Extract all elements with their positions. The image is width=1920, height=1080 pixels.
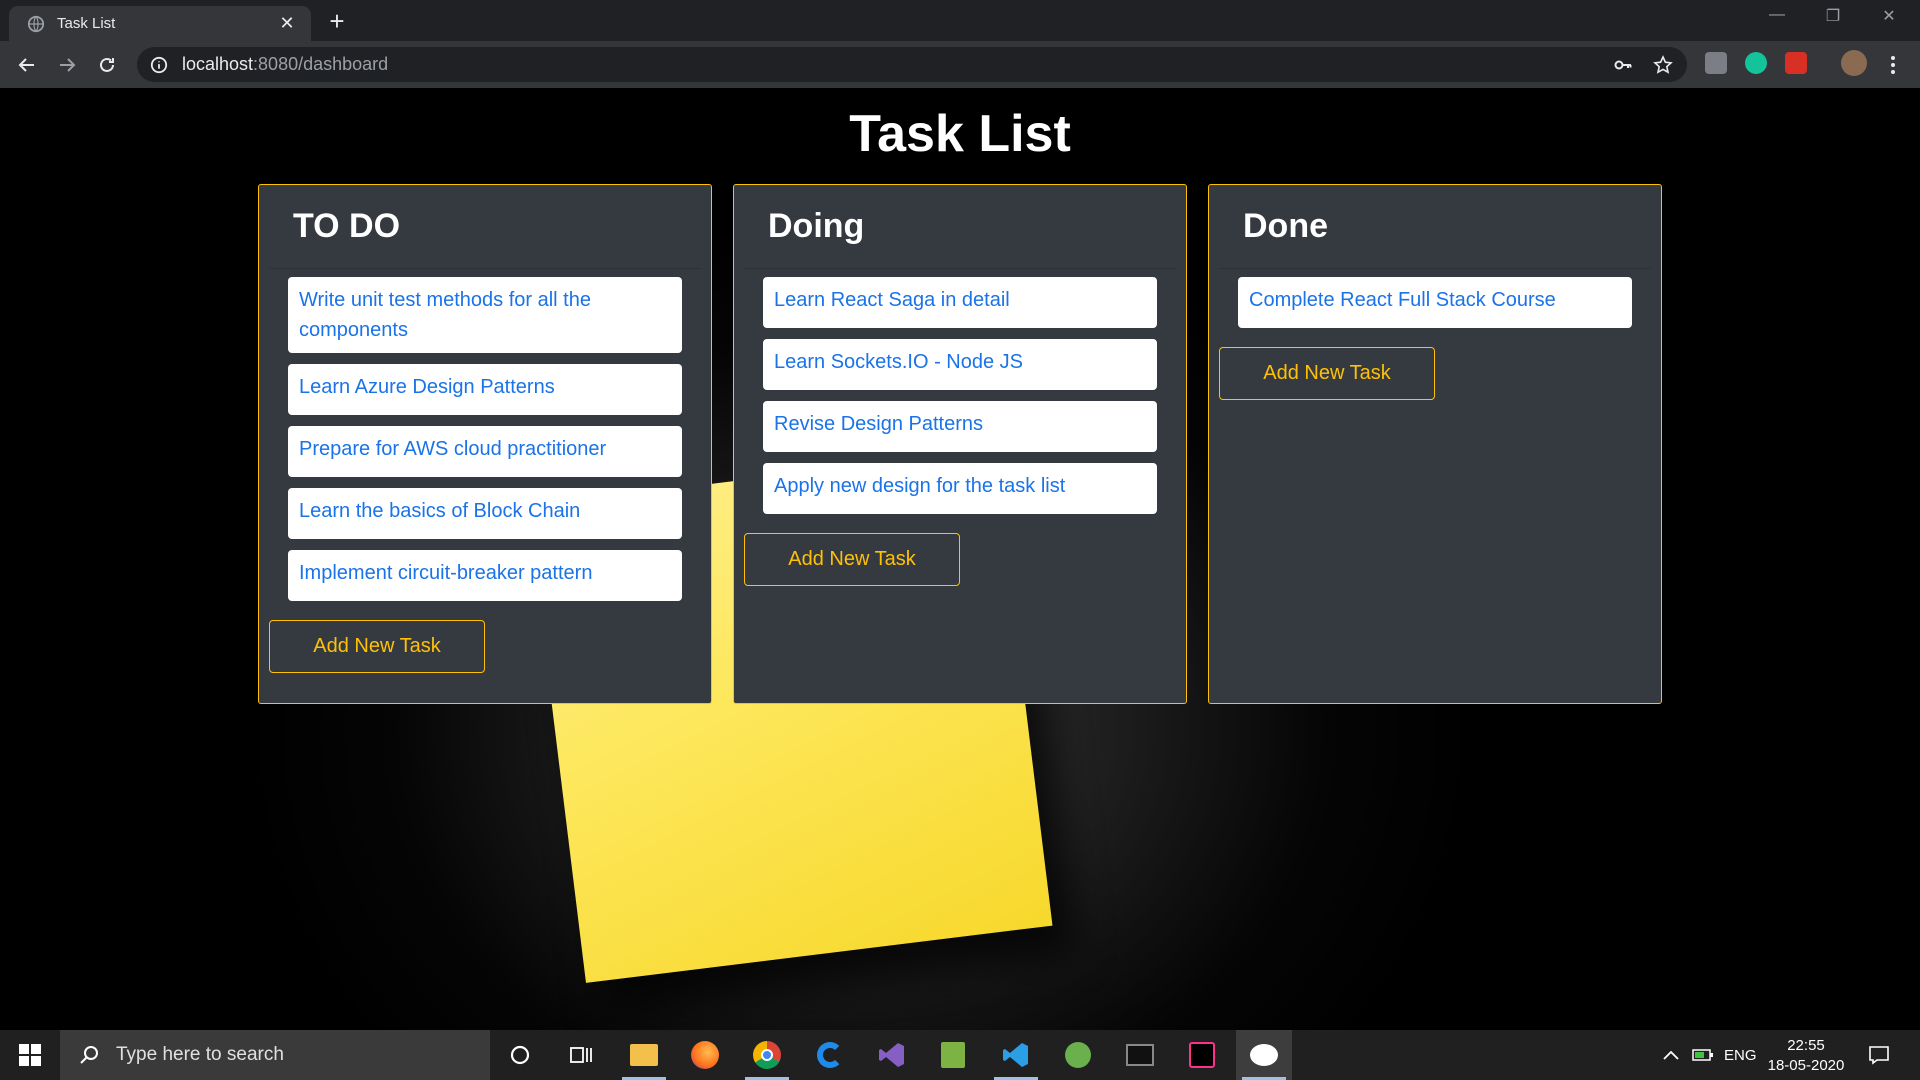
- clock-date: 18-05-2020: [1767, 1057, 1845, 1074]
- info-icon[interactable]: [150, 56, 168, 74]
- reload-icon[interactable]: [92, 50, 122, 80]
- column-doing: Doing Learn React Saga in detail Learn S…: [733, 184, 1187, 704]
- back-arrow-icon[interactable]: [12, 50, 42, 80]
- windows-logo-icon: [19, 1044, 41, 1066]
- task-list: Complete React Full Stack Course: [1209, 269, 1661, 328]
- globe-icon: [27, 15, 45, 32]
- visual-studio-icon[interactable]: [864, 1030, 920, 1080]
- column-title: TO DO: [269, 185, 701, 269]
- task-view-icon[interactable]: [553, 1030, 609, 1080]
- language-indicator[interactable]: ENG: [1724, 1030, 1757, 1080]
- photos-app-icon[interactable]: [1236, 1030, 1292, 1080]
- firefox-icon[interactable]: [677, 1030, 733, 1080]
- add-new-task-button[interactable]: Add New Task: [269, 620, 485, 673]
- browser-tab-bar: Task List ✕ + — ❐ ✕: [0, 0, 1920, 41]
- browser-toolbar: localhost:8080/dashboard: [0, 41, 1920, 88]
- extension-red-icon[interactable]: [1785, 52, 1807, 74]
- webstorm-icon[interactable]: [1174, 1030, 1230, 1080]
- vscode-icon[interactable]: [988, 1030, 1044, 1080]
- url-path: :8080/dashboard: [253, 54, 389, 74]
- show-hidden-icons-icon[interactable]: [1662, 1030, 1680, 1080]
- taskbar-search[interactable]: Type here to search: [60, 1030, 490, 1080]
- search-placeholder: Type here to search: [116, 1044, 284, 1065]
- edge-icon[interactable]: [802, 1030, 858, 1080]
- add-new-task-button[interactable]: Add New Task: [744, 533, 960, 586]
- task-card[interactable]: Complete React Full Stack Course: [1238, 277, 1632, 328]
- page-title: Task List: [849, 105, 1071, 163]
- windows-taskbar: Type here to search ENG 22:55 18-05-2020: [0, 1030, 1920, 1080]
- task-card[interactable]: Apply new design for the task list: [763, 463, 1157, 514]
- cortana-icon[interactable]: [492, 1030, 548, 1080]
- forward-arrow-icon[interactable]: [52, 50, 82, 80]
- terminal-icon[interactable]: [1112, 1030, 1168, 1080]
- task-list: Write unit test methods for all the comp…: [259, 269, 711, 601]
- star-icon[interactable]: [1653, 55, 1673, 75]
- minimize-icon[interactable]: —: [1762, 6, 1792, 30]
- task-card[interactable]: Learn React Saga in detail: [763, 277, 1157, 328]
- address-bar[interactable]: localhost:8080/dashboard: [137, 47, 1687, 82]
- task-card[interactable]: Revise Design Patterns: [763, 401, 1157, 452]
- clock-time: 22:55: [1787, 1037, 1825, 1054]
- file-explorer-icon[interactable]: [616, 1030, 672, 1080]
- key-icon[interactable]: [1613, 55, 1633, 75]
- column-title: Done: [1219, 185, 1651, 269]
- task-card[interactable]: Learn Azure Design Patterns: [288, 364, 682, 415]
- restore-icon[interactable]: ❐: [1818, 6, 1848, 30]
- page-viewport: Task List TO DO Write unit test methods …: [0, 88, 1920, 1030]
- search-icon: [80, 1046, 98, 1064]
- task-card[interactable]: Learn Sockets.IO - Node JS: [763, 339, 1157, 390]
- task-list: Learn React Saga in detail Learn Sockets…: [734, 269, 1186, 514]
- grammarly-icon[interactable]: [1745, 52, 1767, 74]
- task-card[interactable]: Prepare for AWS cloud practitioner: [288, 426, 682, 477]
- avatar[interactable]: [1841, 50, 1867, 76]
- add-new-task-button[interactable]: Add New Task: [1219, 347, 1435, 400]
- browser-tab[interactable]: Task List ✕: [9, 6, 311, 41]
- chrome-icon[interactable]: [739, 1030, 795, 1080]
- tab-title: Task List: [57, 15, 116, 32]
- url-host: localhost: [182, 54, 254, 74]
- menu-dots-icon[interactable]: [1878, 50, 1908, 80]
- clock[interactable]: 22:55 18-05-2020: [1760, 1036, 1852, 1076]
- column-title: Doing: [744, 185, 1176, 269]
- battery-icon[interactable]: [1692, 1030, 1714, 1080]
- column-done: Done Complete React Full Stack Course Ad…: [1208, 184, 1662, 704]
- url-text: localhost:8080/dashboard: [182, 54, 388, 75]
- android-studio-icon[interactable]: [1050, 1030, 1106, 1080]
- notepad-icon[interactable]: [925, 1030, 981, 1080]
- task-card[interactable]: Learn the basics of Block Chain: [288, 488, 682, 539]
- notification-icon[interactable]: [1868, 1030, 1890, 1080]
- window-close-icon[interactable]: ✕: [1874, 6, 1904, 30]
- new-tab-icon[interactable]: +: [325, 8, 349, 34]
- task-card[interactable]: Implement circuit-breaker pattern: [288, 550, 682, 601]
- task-card[interactable]: Write unit test methods for all the comp…: [288, 277, 682, 353]
- close-tab-icon[interactable]: ✕: [277, 13, 297, 34]
- extension-icon[interactable]: [1705, 52, 1727, 74]
- start-button[interactable]: [0, 1030, 60, 1080]
- column-todo: TO DO Write unit test methods for all th…: [258, 184, 712, 704]
